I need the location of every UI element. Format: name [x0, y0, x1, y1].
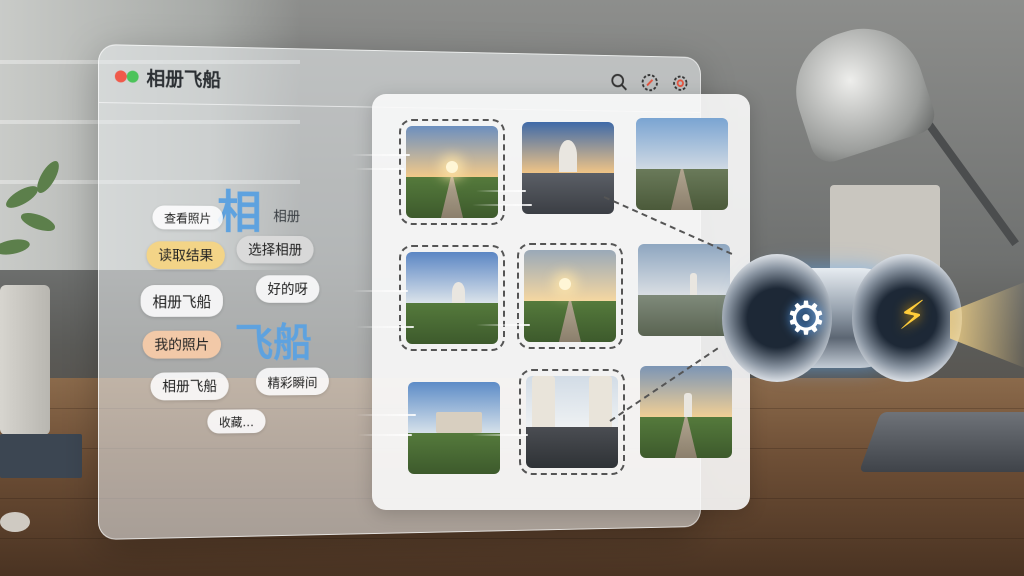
tag-chip[interactable]: 收藏…	[207, 409, 266, 434]
app-title: 相册飞船	[146, 67, 221, 92]
search-icon[interactable]	[607, 69, 631, 94]
photo-thumbnail[interactable]	[640, 366, 732, 458]
hero-char-top: 相	[217, 185, 262, 239]
photo-thumbnail[interactable]	[636, 118, 728, 210]
photo-thumbnail[interactable]	[517, 243, 623, 349]
coaster	[0, 512, 30, 532]
photo-thumbnail[interactable]	[519, 369, 625, 475]
close-dot-icon[interactable]	[114, 70, 127, 83]
plant-pot	[0, 285, 50, 435]
tag-chip[interactable]: 读取结果	[146, 241, 225, 270]
book	[0, 434, 82, 478]
maximize-dot-icon[interactable]	[126, 70, 139, 83]
compass-icon[interactable]	[638, 70, 661, 95]
tag-chip[interactable]: 精彩瞬间	[255, 367, 329, 396]
photo-thumbnail[interactable]	[399, 245, 505, 351]
lightning-icon: ⚡	[897, 293, 927, 339]
tag-chip[interactable]: 我的照片	[142, 330, 221, 359]
photo-thumbnail[interactable]	[638, 244, 730, 336]
gear-icon: ⚙	[785, 291, 827, 345]
transfer-capsule[interactable]: ⚙ ⚡	[722, 248, 962, 388]
tag-chip[interactable]: 相册飞船	[150, 372, 229, 401]
tag-chip[interactable]: 选择相册	[236, 235, 314, 264]
laptop	[859, 412, 1024, 472]
hero-small-label: 相册	[273, 209, 301, 226]
photo-thumbnail[interactable]	[522, 122, 614, 214]
hero-char-bottom: 飞船	[234, 320, 312, 367]
settings-icon[interactable]	[669, 71, 692, 96]
photo-thumbnail[interactable]	[408, 382, 500, 474]
tag-chip[interactable]: 相册飞船	[140, 285, 223, 317]
desk-lamp	[780, 13, 940, 167]
photo-gallery	[350, 94, 750, 510]
tag-chip[interactable]: 好的呀	[255, 275, 320, 303]
tag-chip[interactable]: 查看照片	[152, 205, 223, 230]
